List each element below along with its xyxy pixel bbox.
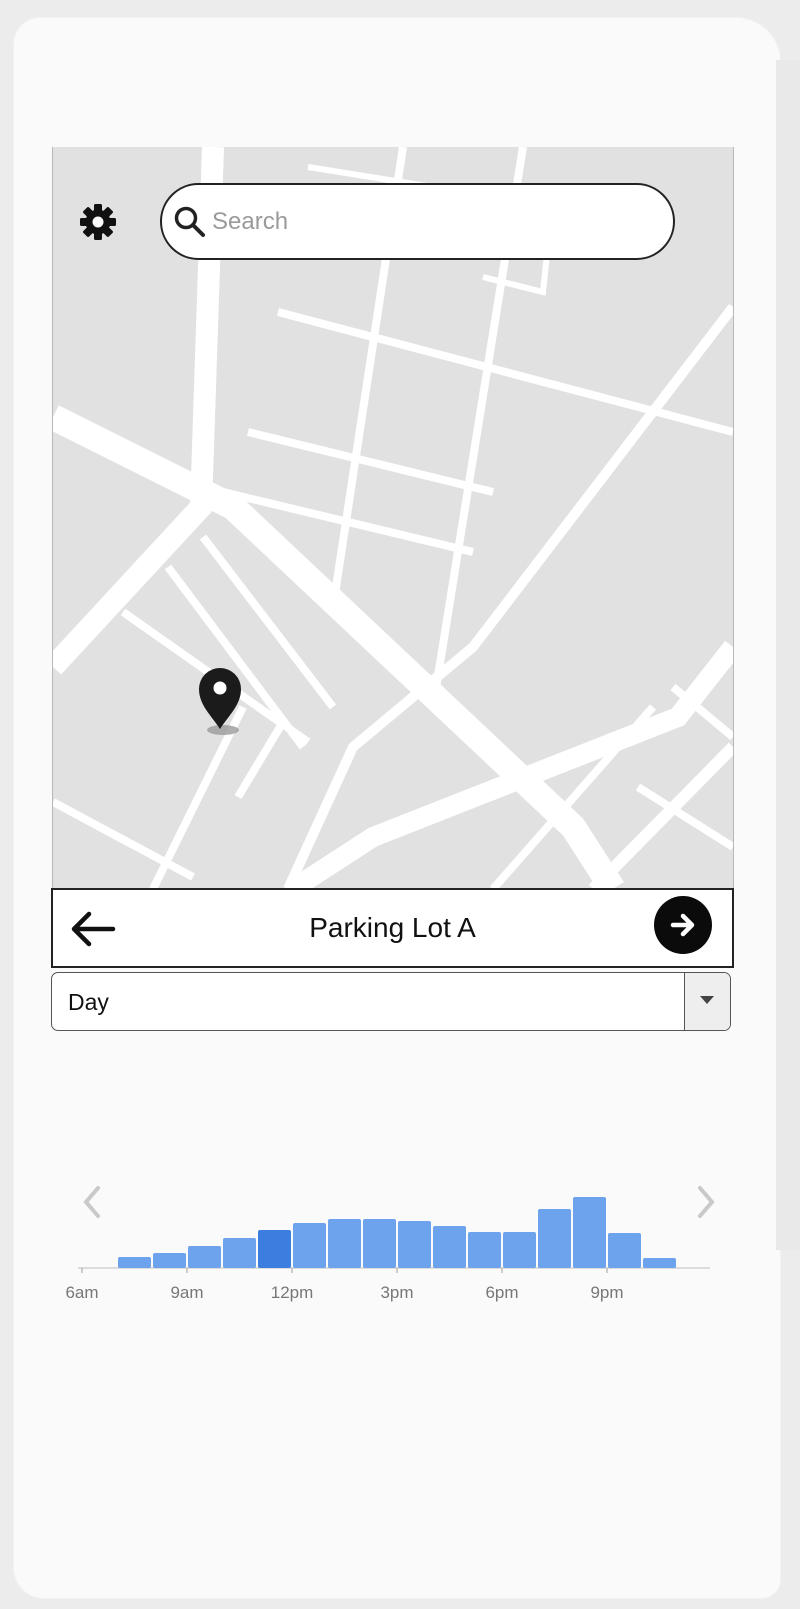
chevron-right-icon[interactable] (698, 1186, 715, 1218)
chart-bar-10pm[interactable] (643, 1258, 676, 1268)
chart-bar-7pm[interactable] (538, 1209, 571, 1268)
search-icon (174, 206, 205, 237)
period-select-value: Day (68, 989, 109, 1015)
chart-tick-label: 12pm (271, 1283, 314, 1302)
caret-down-icon (700, 996, 714, 1004)
chart-tick-label: 6am (65, 1283, 98, 1302)
chart-tick-label: 6pm (485, 1283, 518, 1302)
chart-bar-9am[interactable] (188, 1246, 221, 1268)
chart-bar-11am[interactable] (258, 1230, 291, 1268)
chart-bar-2pm[interactable] (363, 1219, 396, 1268)
map-pin-icon[interactable] (197, 665, 247, 737)
chart-tick-label: 9am (170, 1283, 203, 1302)
chart-bar-8am[interactable] (153, 1253, 186, 1268)
chart-bar-8pm[interactable] (573, 1197, 606, 1268)
search-bar[interactable] (160, 183, 675, 260)
chart-bar-9pm[interactable] (608, 1233, 641, 1268)
next-button[interactable] (654, 896, 712, 954)
chart-svg: 6am 9am 12pm 3pm 6pm 9pm (65, 1186, 715, 1302)
chart-bar-5pm[interactable] (468, 1232, 501, 1268)
chart-bar-12pm[interactable] (293, 1223, 326, 1268)
chart-tick-label: 3pm (380, 1283, 413, 1302)
chart-bar-4pm[interactable] (433, 1226, 466, 1268)
chart-bar-1pm[interactable] (328, 1219, 361, 1268)
dropdown-toggle[interactable] (684, 973, 730, 1030)
period-select[interactable]: Day (51, 972, 731, 1031)
chart-tick-label: 9pm (590, 1283, 623, 1302)
chart-bar-6pm[interactable] (503, 1232, 536, 1268)
location-header: Parking Lot A (51, 888, 734, 968)
sheet-edge (776, 60, 800, 1250)
gear-icon[interactable] (78, 202, 118, 242)
arrow-right-circle-icon (670, 913, 695, 937)
chart-bar-3pm[interactable] (398, 1221, 431, 1268)
chart-bar-7am[interactable] (118, 1257, 151, 1268)
location-title: Parking Lot A (309, 912, 476, 943)
chart-bar-10am[interactable] (223, 1238, 256, 1268)
chevron-left-icon[interactable] (83, 1186, 100, 1218)
search-input[interactable] (210, 206, 649, 237)
